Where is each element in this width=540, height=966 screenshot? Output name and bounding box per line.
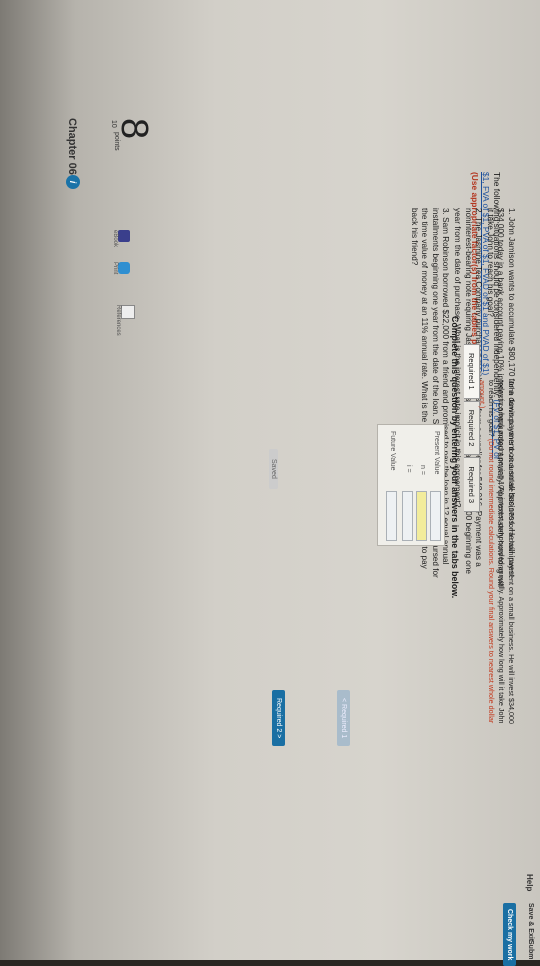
present-value-input[interactable] (430, 491, 441, 541)
saved-status: Saved (269, 449, 278, 489)
references-icon (121, 305, 135, 319)
n-input[interactable] (416, 491, 427, 541)
print-icon (118, 262, 130, 274)
references-tool[interactable]: References (115, 305, 135, 336)
i-input[interactable] (402, 491, 413, 541)
ebook-tool[interactable]: eBook (112, 230, 130, 247)
points-value: 10 (110, 120, 117, 128)
answer-table: Present Value n = i = Future Value (377, 424, 445, 546)
points-label: points (113, 132, 120, 151)
help-link[interactable]: Help (525, 874, 534, 891)
next-required-button[interactable]: Required 2 > (272, 690, 285, 747)
ebook-label: eBook (112, 230, 118, 248)
print-tool[interactable]: Print (112, 262, 130, 274)
i-label: i = (405, 465, 412, 473)
rotated-assignment-page: Chapter 06 i Saved Help Save & Exit Subm… (0, 0, 540, 966)
future-value-input[interactable] (386, 491, 397, 541)
info-icon[interactable]: i (66, 175, 80, 189)
chapter-title: Chapter 06 (66, 118, 78, 175)
save-exit-link[interactable]: Save & Exit (527, 903, 534, 941)
ebook-icon (118, 230, 130, 242)
check-my-work-button[interactable]: Check my work (503, 903, 516, 966)
tab-instructions: John Jamison wants to accumulate $80,170… (477, 380, 516, 730)
references-label: References (115, 305, 121, 336)
submit-link[interactable]: Subm (527, 940, 534, 959)
future-value-label: Future Value (389, 431, 396, 471)
n-label: n = (419, 465, 426, 475)
prev-required-button[interactable]: < Required 1 (337, 690, 350, 747)
present-value-label: Present Value (433, 431, 440, 475)
print-label: Print (112, 262, 118, 275)
complete-instruction: Complete this question by entering your … (450, 316, 460, 599)
